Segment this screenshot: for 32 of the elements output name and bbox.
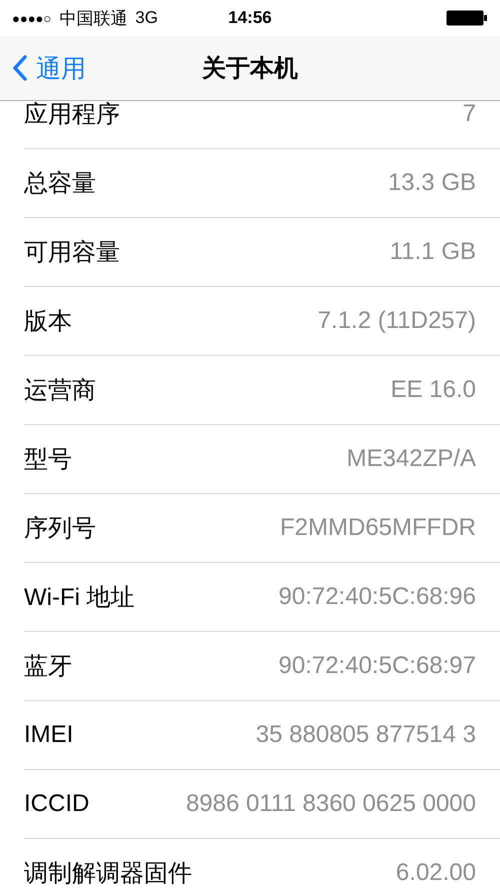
signal-strength: ●●●●○ (12, 10, 52, 26)
row-label: IMEI (24, 721, 74, 749)
row-value: 35 880805 877514 3 (256, 721, 476, 749)
carrier-name: 中国联通 (59, 8, 128, 30)
row-label: 型号 (24, 445, 72, 475)
row-label: 运营商 (24, 376, 96, 406)
row-value: 8986 0111 8360 0625 0000 (186, 790, 476, 818)
row-label: 可用容量 (24, 238, 120, 268)
row-label: 应用程序 (24, 101, 120, 130)
row-value: F2MMD65MFFDR (280, 514, 476, 542)
network-type: 3G (135, 8, 158, 28)
battery-icon (446, 10, 488, 26)
row-value: 7 (462, 101, 476, 128)
row-value: 90:72:40:5C:68:97 (278, 652, 476, 680)
row-value: 7.1.2 (11D257) (318, 307, 476, 335)
row-value: 13.3 GB (388, 169, 476, 197)
row-value: 90:72:40:5C:68:96 (278, 583, 476, 611)
chevron-icon (12, 55, 28, 81)
row-label: 蓝牙 (24, 652, 72, 682)
row-label: Wi-Fi 地址 (24, 583, 135, 613)
row-label: 总容量 (24, 169, 96, 199)
row-label: 序列号 (24, 514, 96, 544)
row-value: 6.02.00 (396, 859, 476, 887)
page-title: 关于本机 (202, 54, 298, 84)
back-button[interactable]: 通用 (12, 52, 86, 84)
row-label: ICCID (24, 790, 90, 818)
row-label: 调制解调器固件 (24, 859, 192, 888)
clock-time: 14:56 (228, 8, 272, 28)
row-value: EE 16.0 (390, 376, 476, 404)
row-label: 版本 (24, 307, 72, 337)
row-value: ME342ZP/A (346, 445, 476, 473)
row-value: 11.1 GB (390, 238, 476, 266)
